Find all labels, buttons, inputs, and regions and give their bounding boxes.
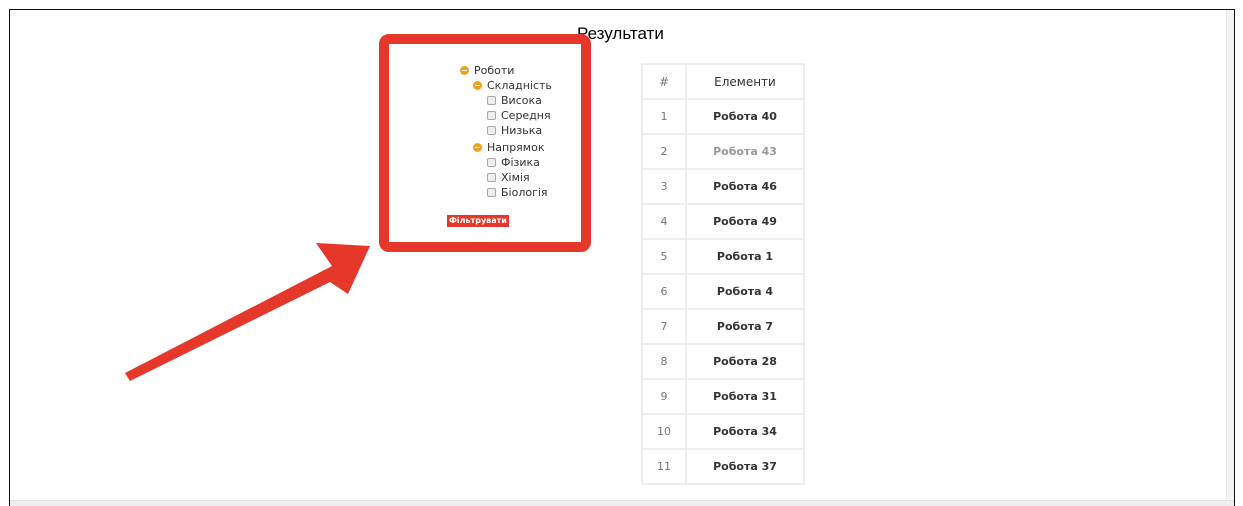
table-row[interactable]: 5 Робота 1 xyxy=(641,238,805,275)
option-high[interactable]: Висока xyxy=(487,94,542,107)
collapse-icon[interactable] xyxy=(473,143,482,152)
table-row[interactable]: 3 Робота 46 xyxy=(641,168,805,205)
collapse-icon[interactable] xyxy=(460,66,469,75)
arrow-icon xyxy=(125,243,370,381)
row-number: 6 xyxy=(641,273,687,310)
row-number: 5 xyxy=(641,238,687,275)
row-number: 10 xyxy=(641,413,687,450)
option-physics[interactable]: Фізика xyxy=(487,156,540,169)
option-label: Висока xyxy=(501,94,542,107)
checkbox-icon[interactable] xyxy=(487,158,496,167)
table-row[interactable]: 7 Робота 7 xyxy=(641,308,805,345)
row-number: 4 xyxy=(641,203,687,240)
row-item: Робота 4 xyxy=(685,273,805,310)
row-number: 7 xyxy=(641,308,687,345)
row-item: Робота 40 xyxy=(685,98,805,135)
arrow-shape xyxy=(125,243,370,381)
table-row[interactable]: 8 Робота 28 xyxy=(641,343,805,380)
option-label: Біологія xyxy=(501,186,548,199)
tree-group-label: Складність xyxy=(487,79,552,92)
checkbox-icon[interactable] xyxy=(487,96,496,105)
row-item: Робота 43 xyxy=(685,133,805,170)
table-row[interactable]: 6 Робота 4 xyxy=(641,273,805,310)
collapse-icon[interactable] xyxy=(473,81,482,90)
table-row[interactable]: 10 Робота 34 xyxy=(641,413,805,450)
checkbox-icon[interactable] xyxy=(487,111,496,120)
tree-root[interactable]: Роботи xyxy=(460,64,514,77)
row-item: Робота 34 xyxy=(685,413,805,450)
row-number: 8 xyxy=(641,343,687,380)
option-label: Середня xyxy=(501,109,551,122)
tree-group-complexity[interactable]: Складність xyxy=(473,79,552,92)
option-label: Хімія xyxy=(501,171,530,184)
row-item: Робота 46 xyxy=(685,168,805,205)
row-number: 3 xyxy=(641,168,687,205)
row-number: 11 xyxy=(641,448,687,485)
tree-group-direction[interactable]: Напрямок xyxy=(473,141,544,154)
row-item: Робота 31 xyxy=(685,378,805,415)
table-row[interactable]: 1 Робота 40 xyxy=(641,98,805,135)
row-item: Робота 7 xyxy=(685,308,805,345)
option-biology[interactable]: Біологія xyxy=(487,186,548,199)
column-header-items[interactable]: Елементи xyxy=(685,63,805,100)
table-row[interactable]: 11 Робота 37 xyxy=(641,448,805,485)
row-number: 9 xyxy=(641,378,687,415)
row-number: 1 xyxy=(641,98,687,135)
tree-root-label: Роботи xyxy=(474,64,515,77)
row-item: Робота 28 xyxy=(685,343,805,380)
table-header-row: # Елементи xyxy=(641,63,805,100)
results-table: # Елементи 1 Робота 40 2 Робота 43 3 Роб… xyxy=(641,63,805,485)
option-low[interactable]: Низька xyxy=(487,124,542,137)
row-item: Робота 49 xyxy=(685,203,805,240)
tree-group-label: Напрямок xyxy=(487,141,545,154)
checkbox-icon[interactable] xyxy=(487,173,496,182)
table-row[interactable]: 4 Робота 49 xyxy=(641,203,805,240)
row-item: Робота 37 xyxy=(685,448,805,485)
filter-button[interactable]: Фільтрувати xyxy=(447,215,509,227)
option-label: Низька xyxy=(501,124,543,137)
table-row[interactable]: 9 Робота 31 xyxy=(641,378,805,415)
option-medium[interactable]: Середня xyxy=(487,109,551,122)
column-header-number[interactable]: # xyxy=(641,63,687,100)
option-label: Фізика xyxy=(501,156,540,169)
checkbox-icon[interactable] xyxy=(487,126,496,135)
option-chemistry[interactable]: Хімія xyxy=(487,171,530,184)
row-item: Робота 1 xyxy=(685,238,805,275)
table-row[interactable]: 2 Робота 43 xyxy=(641,133,805,170)
checkbox-icon[interactable] xyxy=(487,188,496,197)
row-number: 2 xyxy=(641,133,687,170)
